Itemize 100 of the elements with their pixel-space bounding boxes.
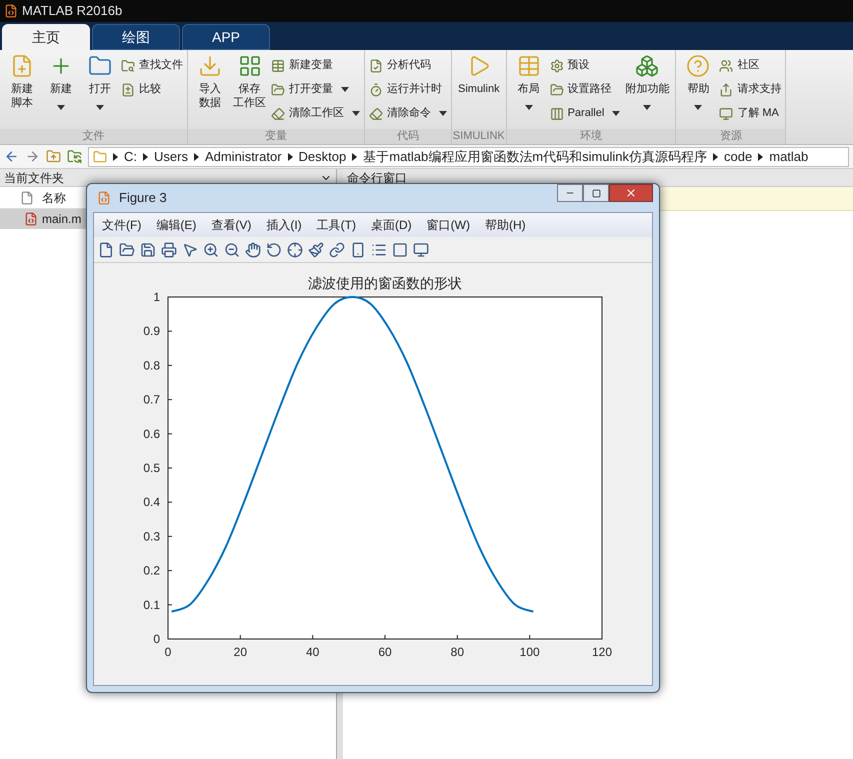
path-segment[interactable]: Users bbox=[154, 146, 188, 166]
ribbon-button[interactable]: 保存 工作区 bbox=[231, 54, 268, 129]
pointer-icon[interactable] bbox=[182, 242, 198, 258]
path-arrow-icon bbox=[113, 152, 118, 160]
y-tick-label: 0.3 bbox=[143, 529, 160, 544]
square-icon[interactable] bbox=[392, 242, 408, 258]
path-arrow-icon bbox=[194, 152, 199, 160]
path-segment[interactable]: C: bbox=[124, 146, 137, 166]
window-title: MATLAB R2016b bbox=[22, 2, 122, 20]
ribbon-small-button[interactable]: 请求支持 bbox=[719, 80, 782, 99]
ribbon-button[interactable]: 新建 bbox=[43, 54, 79, 129]
link-icon[interactable] bbox=[329, 242, 345, 258]
y-tick-label: 0.6 bbox=[143, 426, 160, 441]
help-icon bbox=[686, 54, 710, 78]
ribbon-small-button[interactable]: 分析代码 bbox=[369, 56, 447, 75]
brush-icon[interactable] bbox=[308, 242, 324, 258]
caret-icon bbox=[439, 111, 447, 116]
menu-item[interactable]: 工具(T) bbox=[316, 216, 356, 234]
path-arrow-icon bbox=[352, 152, 358, 160]
ribbon-button[interactable]: 帮助 bbox=[680, 54, 716, 129]
ribbon-small-button[interactable]: 打开变量 bbox=[271, 80, 360, 99]
caret-icon bbox=[57, 105, 65, 110]
new-script-icon bbox=[10, 54, 34, 78]
grid-icon bbox=[516, 54, 541, 78]
ribbon-small-button[interactable]: Parallel bbox=[550, 104, 620, 123]
panel-icon[interactable] bbox=[413, 242, 429, 258]
caret-icon bbox=[612, 111, 620, 116]
data-cursor-icon[interactable] bbox=[287, 242, 303, 258]
caret-icon bbox=[643, 105, 652, 110]
ribbon-tab[interactable]: 主页 bbox=[2, 24, 90, 50]
cubes-icon bbox=[635, 54, 660, 78]
ribbon-small-button[interactable]: 比较 bbox=[121, 80, 183, 99]
ribbon-small-button[interactable]: 预设 bbox=[550, 56, 620, 75]
menu-item[interactable]: 桌面(D) bbox=[370, 216, 412, 234]
file-icon bbox=[20, 190, 34, 204]
path-segment[interactable]: Desktop bbox=[298, 146, 346, 166]
menu-item[interactable]: 查看(V) bbox=[211, 216, 252, 234]
path-segment[interactable]: matlab bbox=[769, 146, 808, 166]
maximize-button[interactable] bbox=[583, 184, 609, 202]
ribbon-small-button[interactable]: 社区 bbox=[719, 56, 782, 75]
ribbon-group-label: 文件 bbox=[0, 129, 187, 144]
close-button[interactable] bbox=[609, 184, 653, 202]
menu-item[interactable]: 窗口(W) bbox=[426, 216, 470, 234]
bars-icon bbox=[550, 106, 564, 120]
path-segment[interactable]: 基于matlab编程应用窗函数法m代码和simulink仿真源码程序 bbox=[363, 146, 708, 166]
ribbon-tab[interactable]: APP bbox=[182, 24, 270, 50]
ribbon-small-button[interactable]: 设置路径 bbox=[550, 80, 620, 99]
eraser-icon bbox=[369, 106, 383, 120]
caret-icon bbox=[341, 87, 349, 92]
path-arrow-icon bbox=[143, 152, 148, 160]
ribbon-button[interactable]: 布局 bbox=[510, 54, 547, 129]
ribbon-button[interactable]: 打开 bbox=[82, 54, 118, 129]
new-file-icon[interactable] bbox=[98, 242, 114, 258]
menu-item[interactable]: 文件(F) bbox=[102, 216, 142, 234]
ribbon-small-button[interactable]: 清除命令 bbox=[369, 104, 447, 123]
ribbon-small-button[interactable]: 新建变量 bbox=[271, 56, 360, 75]
folder-up-icon[interactable] bbox=[46, 149, 61, 164]
ribbon-button[interactable]: Simulink bbox=[456, 54, 502, 129]
colorbar-icon[interactable] bbox=[350, 242, 366, 258]
path-arrow-icon bbox=[288, 152, 293, 160]
y-tick-label: 0.7 bbox=[143, 392, 160, 407]
ribbon-small-button[interactable]: 运行并计时 bbox=[369, 80, 447, 99]
folder-icon bbox=[93, 150, 107, 164]
save-icon[interactable] bbox=[140, 242, 156, 258]
path-field[interactable]: C: Users Administrator Desktop 基于matlab编程应用窗函数法m代码和simulink仿真源码程序 code matlab bbox=[88, 146, 849, 166]
open-folder-icon[interactable] bbox=[119, 242, 135, 258]
zoom-out-icon[interactable] bbox=[224, 242, 240, 258]
folder-icon bbox=[550, 82, 564, 96]
ribbon-small-button[interactable]: 了解 MA bbox=[719, 104, 782, 123]
ribbon-small-button[interactable]: 查找文件 bbox=[121, 56, 183, 75]
menu-item[interactable]: 编辑(E) bbox=[156, 216, 196, 234]
hand-icon[interactable] bbox=[245, 242, 261, 258]
ribbon-button[interactable]: 新建 脚本 bbox=[4, 54, 40, 129]
ribbon-group-label: 代码 bbox=[365, 129, 451, 144]
path-segment[interactable]: code bbox=[724, 146, 752, 166]
path-segment[interactable]: Administrator bbox=[204, 146, 282, 166]
y-tick-label: 0.2 bbox=[143, 564, 160, 578]
ribbon-button[interactable]: 导入 数据 bbox=[192, 54, 228, 129]
caret-icon bbox=[352, 111, 360, 116]
ribbon-small-button[interactable]: 清除工作区 bbox=[271, 104, 360, 123]
zoom-in-icon[interactable] bbox=[203, 242, 219, 258]
ribbon-button[interactable]: 附加功能 bbox=[623, 54, 672, 129]
print-icon[interactable] bbox=[161, 242, 177, 258]
rotate-icon[interactable] bbox=[266, 242, 282, 258]
legend-icon[interactable] bbox=[371, 242, 387, 258]
y-tick-label: 0.8 bbox=[143, 358, 160, 372]
y-tick-label: 0 bbox=[153, 632, 160, 646]
ribbon-tab[interactable]: 绘图 bbox=[92, 24, 180, 50]
compare-icon bbox=[121, 82, 135, 96]
figure-title: Figure 3 bbox=[119, 189, 167, 208]
script-file-icon bbox=[24, 212, 38, 226]
folder-browse-icon[interactable] bbox=[67, 149, 82, 164]
menu-item[interactable]: 帮助(H) bbox=[484, 216, 526, 234]
menu-item[interactable]: 插入(I) bbox=[266, 216, 302, 234]
maximize-icon bbox=[592, 188, 600, 198]
path-arrow-icon bbox=[758, 152, 764, 160]
forward-arrow-icon[interactable] bbox=[25, 149, 40, 164]
caret-icon bbox=[524, 105, 533, 110]
ribbon-group-label: 变量 bbox=[188, 129, 364, 144]
x-tick-label: 0 bbox=[164, 645, 172, 659]
